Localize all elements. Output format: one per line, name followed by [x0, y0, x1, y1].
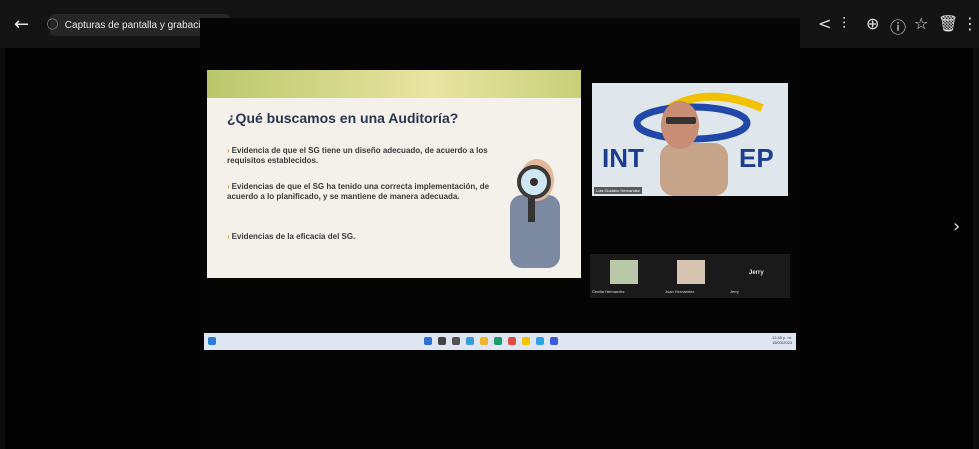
delete-icon[interactable]: 🗑	[938, 14, 958, 33]
participant-name: Juan Hernandez	[665, 289, 695, 294]
taskbar-app-icon[interactable]	[522, 337, 530, 345]
taskbar-app-icon[interactable]	[550, 337, 558, 345]
windows-taskbar: 12:45 p. m. 15/03/2023	[204, 333, 796, 350]
speaker-label: Luis Gustavo Hernandez	[594, 187, 643, 194]
speaker-scene: INT EP	[592, 83, 788, 196]
share-icon[interactable]: <	[818, 14, 831, 33]
participant-thumb	[610, 260, 638, 284]
more-icon[interactable]: ⋮	[962, 14, 978, 33]
taskbar-app-icon[interactable]	[494, 337, 502, 345]
edit-icon[interactable]: ⫶	[842, 14, 846, 34]
taskbar-app-icon[interactable]	[508, 337, 516, 345]
participant-name: Jerry	[730, 289, 739, 294]
taskbar-app-icon[interactable]	[452, 337, 460, 345]
participant-thumb	[677, 260, 705, 284]
taskbar-app-icon[interactable]	[536, 337, 544, 345]
participant-name: Cecilia Hernandez	[592, 289, 625, 294]
taskbar-app-icon[interactable]	[208, 337, 216, 345]
presentation-slide: ¿Qué buscamos en una Auditoría? › Evidenc…	[207, 70, 581, 278]
slide-bullet: › Evidencias de que el SG ha tenido una c…	[227, 182, 490, 201]
slide-title: ¿Qué buscamos en una Auditoría?	[227, 110, 459, 126]
star-icon[interactable]: ☆	[914, 14, 928, 33]
svg-text:EP: EP	[739, 143, 774, 173]
album-label: Capturas de pantalla y grabaciones	[64, 20, 223, 31]
info-icon[interactable]: ⓘ	[890, 14, 906, 38]
magnifier-man-illustration	[510, 159, 560, 268]
taskbar-app-icon[interactable]	[466, 337, 474, 345]
back-icon[interactable]: ←	[14, 14, 29, 35]
taskbar-app-icon[interactable]	[480, 337, 488, 345]
slide-bullet: › Evidencia de que el SG tiene un diseño …	[227, 146, 488, 165]
speaker-video: INT EP Luis Gustavo Hernandez	[592, 83, 788, 196]
next-icon[interactable]: ›	[953, 216, 960, 237]
slide-header-band	[207, 70, 581, 98]
zoom-icon[interactable]: ⊕	[866, 14, 879, 33]
slide-bullet: › Evidencias de la eficacia del SG.	[227, 232, 356, 241]
participant-tiles: Cecilia Hernandez Juan Hernandez Jerry	[590, 254, 790, 298]
taskbar-app-icon[interactable]	[424, 337, 432, 345]
taskbar-app-icon[interactable]	[438, 337, 446, 345]
participant-name-large: Jerry	[749, 270, 764, 276]
svg-text:INT: INT	[602, 143, 644, 173]
taskbar-clock: 12:45 p. m. 15/03/2023	[771, 335, 792, 345]
